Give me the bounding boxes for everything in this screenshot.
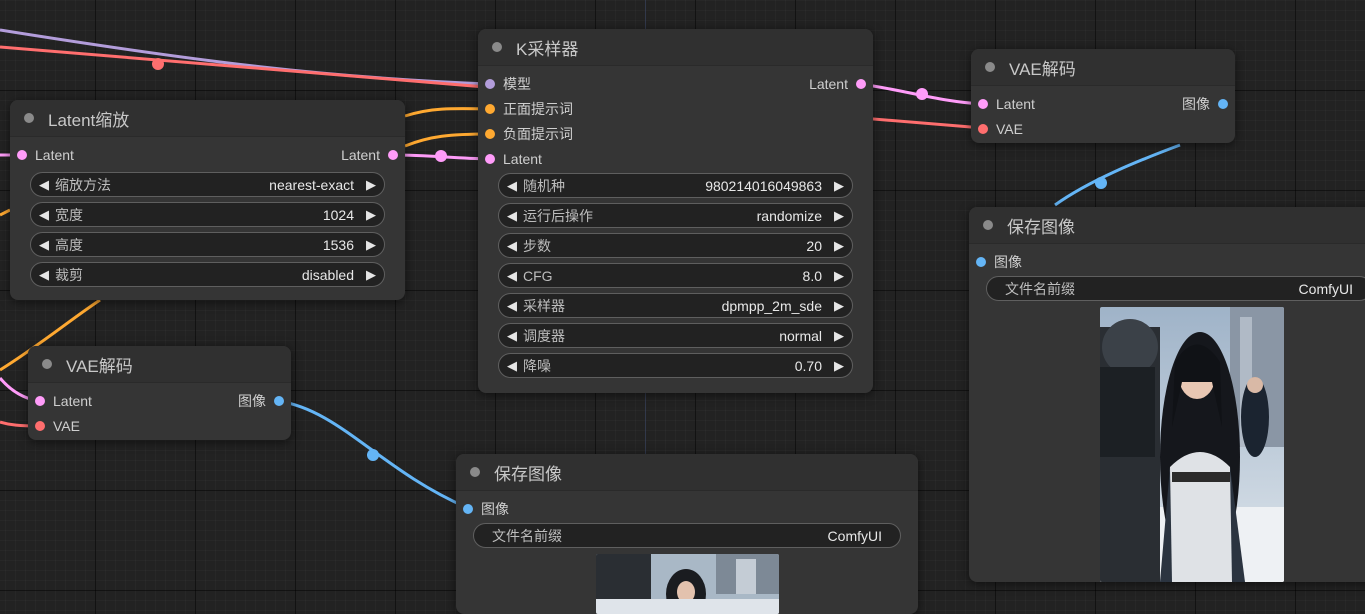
positive-input-slot[interactable]: 正面提示词 [485, 96, 573, 121]
ksampler-to-vae-link [859, 82, 984, 106]
latent-pin-icon[interactable] [35, 395, 45, 406]
node-header[interactable]: K采样器 [478, 29, 873, 66]
arrow-right-icon[interactable]: ▶ [834, 178, 844, 194]
arrow-left-icon[interactable]: ◀ [39, 177, 49, 193]
cfg-widget[interactable]: ◀ CFG 8.0 ▶ [498, 263, 853, 288]
latent-input-slot[interactable]: Latent [35, 388, 92, 413]
filename-prefix-field[interactable]: 文件名前缀 ComfyUI [986, 276, 1365, 301]
collapse-dot-icon[interactable] [470, 467, 480, 477]
arrow-right-icon[interactable]: ▶ [366, 177, 376, 193]
vae-decode-node-top[interactable]: VAE解码 Latent 图像 VAE [971, 49, 1235, 143]
image-pin-icon[interactable] [463, 503, 473, 514]
latent-upscale-to-ksampler-link [391, 153, 491, 161]
arrow-right-icon[interactable]: ▶ [834, 298, 844, 314]
vae-pin-icon[interactable] [978, 123, 988, 134]
arrow-left-icon[interactable]: ◀ [507, 358, 517, 374]
model-link [0, 28, 491, 86]
vae-to-save-bottom-link [277, 399, 469, 510]
node-header[interactable]: VAE解码 [28, 346, 291, 383]
vae-to-save-right-link [1054, 143, 1181, 207]
vae-input-slot[interactable]: VAE [35, 413, 80, 438]
arrow-left-icon[interactable]: ◀ [507, 298, 517, 314]
sampler-widget[interactable]: ◀ 采样器 dpmpp_2m_sde ▶ [498, 293, 853, 318]
arrow-left-icon[interactable]: ◀ [507, 238, 517, 254]
arrow-right-icon[interactable]: ▶ [834, 208, 844, 224]
seed-widget[interactable]: ◀ 随机种 980214016049863 ▶ [498, 173, 853, 198]
node-title: VAE解码 [1009, 59, 1076, 79]
steps-widget[interactable]: ◀ 步数 20 ▶ [498, 233, 853, 258]
image-input-slot[interactable]: 图像 [463, 496, 509, 521]
collapse-dot-icon[interactable] [983, 220, 993, 230]
preview-artwork [1100, 307, 1284, 582]
negative-input-slot[interactable]: 负面提示词 [485, 121, 573, 146]
node-title: VAE解码 [66, 356, 133, 376]
latent-input-slot[interactable]: Latent [978, 91, 1035, 116]
node-header[interactable]: Latent缩放 [10, 100, 405, 137]
latent-pin-icon[interactable] [388, 149, 398, 160]
arrow-right-icon[interactable]: ▶ [366, 237, 376, 253]
upscale-method-widget[interactable]: ◀ 缩放方法 nearest-exact ▶ [30, 172, 385, 197]
node-title: 保存图像 [494, 464, 562, 484]
arrow-left-icon[interactable]: ◀ [507, 268, 517, 284]
image-output-slot[interactable]: 图像 [1182, 91, 1228, 116]
image-preview[interactable] [596, 554, 779, 614]
vae-input-slot[interactable]: VAE [978, 116, 1023, 141]
model-pin-icon[interactable] [485, 78, 495, 89]
height-widget[interactable]: ◀ 高度 1536 ▶ [30, 232, 385, 257]
latent-pin-icon[interactable] [485, 153, 495, 164]
collapse-dot-icon[interactable] [24, 113, 34, 123]
vae-decode-node-left[interactable]: VAE解码 Latent 图像 VAE [28, 346, 291, 440]
save-image-node-bottom[interactable]: 保存图像 图像 文件名前缀 ComfyUI [456, 454, 918, 614]
latent-pin-icon[interactable] [856, 78, 866, 89]
arrow-left-icon[interactable]: ◀ [39, 267, 49, 283]
arrow-right-icon[interactable]: ▶ [834, 238, 844, 254]
image-pin-icon[interactable] [274, 395, 284, 406]
collapse-dot-icon[interactable] [985, 62, 995, 72]
control-after-generate-widget[interactable]: ◀ 运行后操作 randomize ▶ [498, 203, 853, 228]
latent-upscale-node[interactable]: Latent缩放 Latent Latent ◀ 缩放方法 nearest-ex… [10, 100, 405, 300]
arrow-left-icon[interactable]: ◀ [507, 178, 517, 194]
arrow-left-icon[interactable]: ◀ [39, 237, 49, 253]
collapse-dot-icon[interactable] [492, 42, 502, 52]
node-title: Latent缩放 [48, 110, 130, 130]
node-header[interactable]: 保存图像 [456, 454, 918, 491]
latent-input-slot[interactable]: Latent [17, 142, 74, 167]
arrow-left-icon[interactable]: ◀ [39, 207, 49, 223]
filename-prefix-field[interactable]: 文件名前缀 ComfyUI [473, 523, 901, 548]
image-input-slot[interactable]: 图像 [976, 249, 1022, 274]
node-title: 保存图像 [1007, 217, 1075, 237]
node-header[interactable]: VAE解码 [971, 49, 1235, 86]
node-header[interactable]: 保存图像 [969, 207, 1365, 244]
scheduler-widget[interactable]: ◀ 调度器 normal ▶ [498, 323, 853, 348]
arrow-left-icon[interactable]: ◀ [507, 208, 517, 224]
arrow-right-icon[interactable]: ▶ [834, 268, 844, 284]
arrow-right-icon[interactable]: ▶ [834, 358, 844, 374]
model-input-slot[interactable]: 模型 [485, 71, 531, 96]
width-widget[interactable]: ◀ 宽度 1024 ▶ [30, 202, 385, 227]
latent-pin-icon[interactable] [17, 149, 27, 160]
image-pin-icon[interactable] [976, 256, 986, 267]
denoise-widget[interactable]: ◀ 降噪 0.70 ▶ [498, 353, 853, 378]
latent-pin-icon[interactable] [978, 98, 988, 109]
arrow-right-icon[interactable]: ▶ [834, 328, 844, 344]
image-output-slot[interactable]: 图像 [238, 388, 284, 413]
save-image-node-right[interactable]: 保存图像 图像 文件名前缀 ComfyUI [969, 207, 1365, 582]
crop-widget[interactable]: ◀ 裁剪 disabled ▶ [30, 262, 385, 287]
latent-input-slot[interactable]: Latent [485, 146, 542, 171]
node-title: K采样器 [516, 39, 579, 59]
vae-pin-icon[interactable] [35, 420, 45, 431]
orange-left-link-2 [0, 208, 11, 217]
arrow-right-icon[interactable]: ▶ [366, 207, 376, 223]
arrow-right-icon[interactable]: ▶ [366, 267, 376, 283]
collapse-dot-icon[interactable] [42, 359, 52, 369]
image-preview[interactable] [1100, 307, 1284, 582]
latent-output-slot[interactable]: Latent [809, 71, 866, 96]
image-pin-icon[interactable] [1218, 98, 1228, 109]
conditioning-pin-icon[interactable] [485, 103, 495, 114]
latent-output-slot[interactable]: Latent [341, 142, 398, 167]
arrow-left-icon[interactable]: ◀ [507, 328, 517, 344]
k-sampler-node[interactable]: K采样器 模型 Latent 正面提示词 负面提示词 Latent ◀ 随机种 … [478, 29, 873, 393]
preview-artwork [596, 554, 779, 614]
conditioning-pin-icon[interactable] [485, 128, 495, 139]
